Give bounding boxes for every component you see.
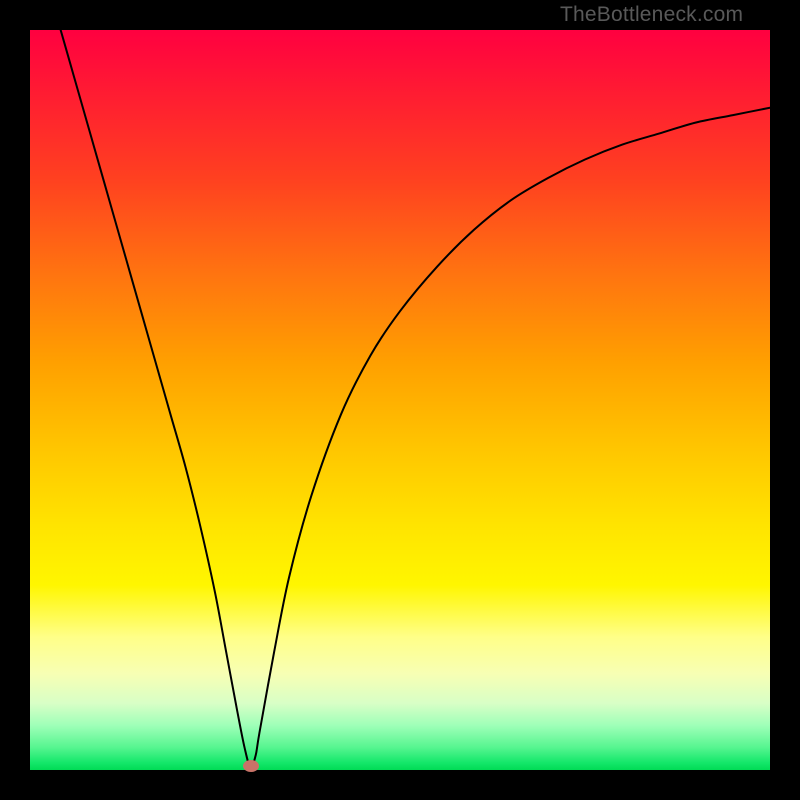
gradient-background <box>30 30 770 770</box>
plot-area <box>30 30 770 770</box>
chart-frame <box>30 30 770 770</box>
watermark-text: TheBottleneck.com <box>560 3 743 27</box>
optimum-marker <box>243 760 259 772</box>
